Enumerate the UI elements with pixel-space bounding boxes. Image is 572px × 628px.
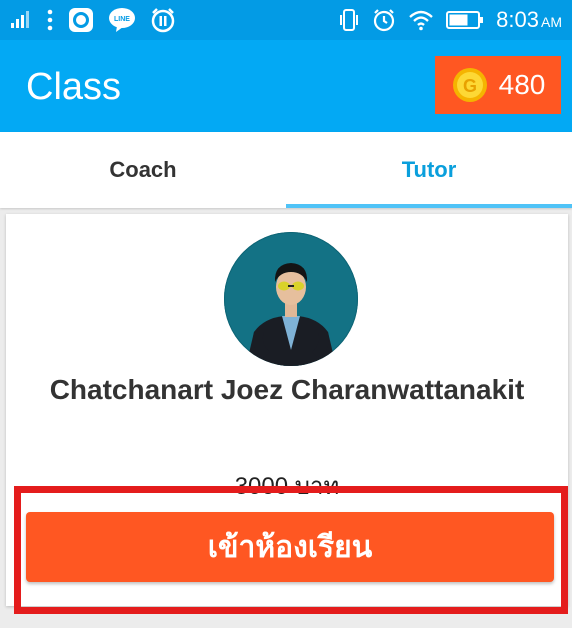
- page-title: Class: [26, 66, 122, 108]
- line-app-icon: LINE: [108, 7, 136, 33]
- more-vert-icon: [46, 9, 54, 31]
- coin-balance-button[interactable]: G 480: [435, 56, 561, 114]
- status-bar: LINE 8:03 AM: [0, 0, 572, 40]
- alarm-app-icon: [150, 7, 176, 33]
- alarm-icon: [372, 8, 396, 32]
- vibrate-icon: [338, 8, 360, 32]
- svg-text:G: G: [463, 76, 477, 96]
- status-bar-left: LINE: [0, 7, 176, 33]
- tab-tutor[interactable]: Tutor: [286, 132, 572, 208]
- camera-app-icon: [68, 7, 94, 33]
- tab-bar: Coach Tutor: [0, 132, 572, 208]
- app-bar: Class G 480: [0, 40, 572, 132]
- enter-classroom-label: เข้าห้องเรียน: [207, 529, 373, 565]
- tab-active-indicator: [286, 204, 572, 208]
- status-bar-right: 8:03 AM: [338, 7, 572, 33]
- signal-icon: [10, 10, 32, 30]
- wifi-icon: [408, 9, 434, 31]
- tab-coach[interactable]: Coach: [0, 132, 286, 208]
- avatar: [224, 232, 358, 366]
- tab-tutor-label: Tutor: [401, 157, 457, 182]
- battery-icon: [446, 10, 484, 30]
- coin-count: 480: [498, 69, 546, 100]
- svg-text:LINE: LINE: [114, 16, 130, 23]
- gold-coin-icon: G: [451, 66, 489, 104]
- enter-classroom-button[interactable]: เข้าห้องเรียน: [26, 512, 554, 582]
- status-time: 8:03 AM: [496, 7, 562, 32]
- tutor-name: Chatchanart Joez Charanwattanakit: [49, 374, 525, 405]
